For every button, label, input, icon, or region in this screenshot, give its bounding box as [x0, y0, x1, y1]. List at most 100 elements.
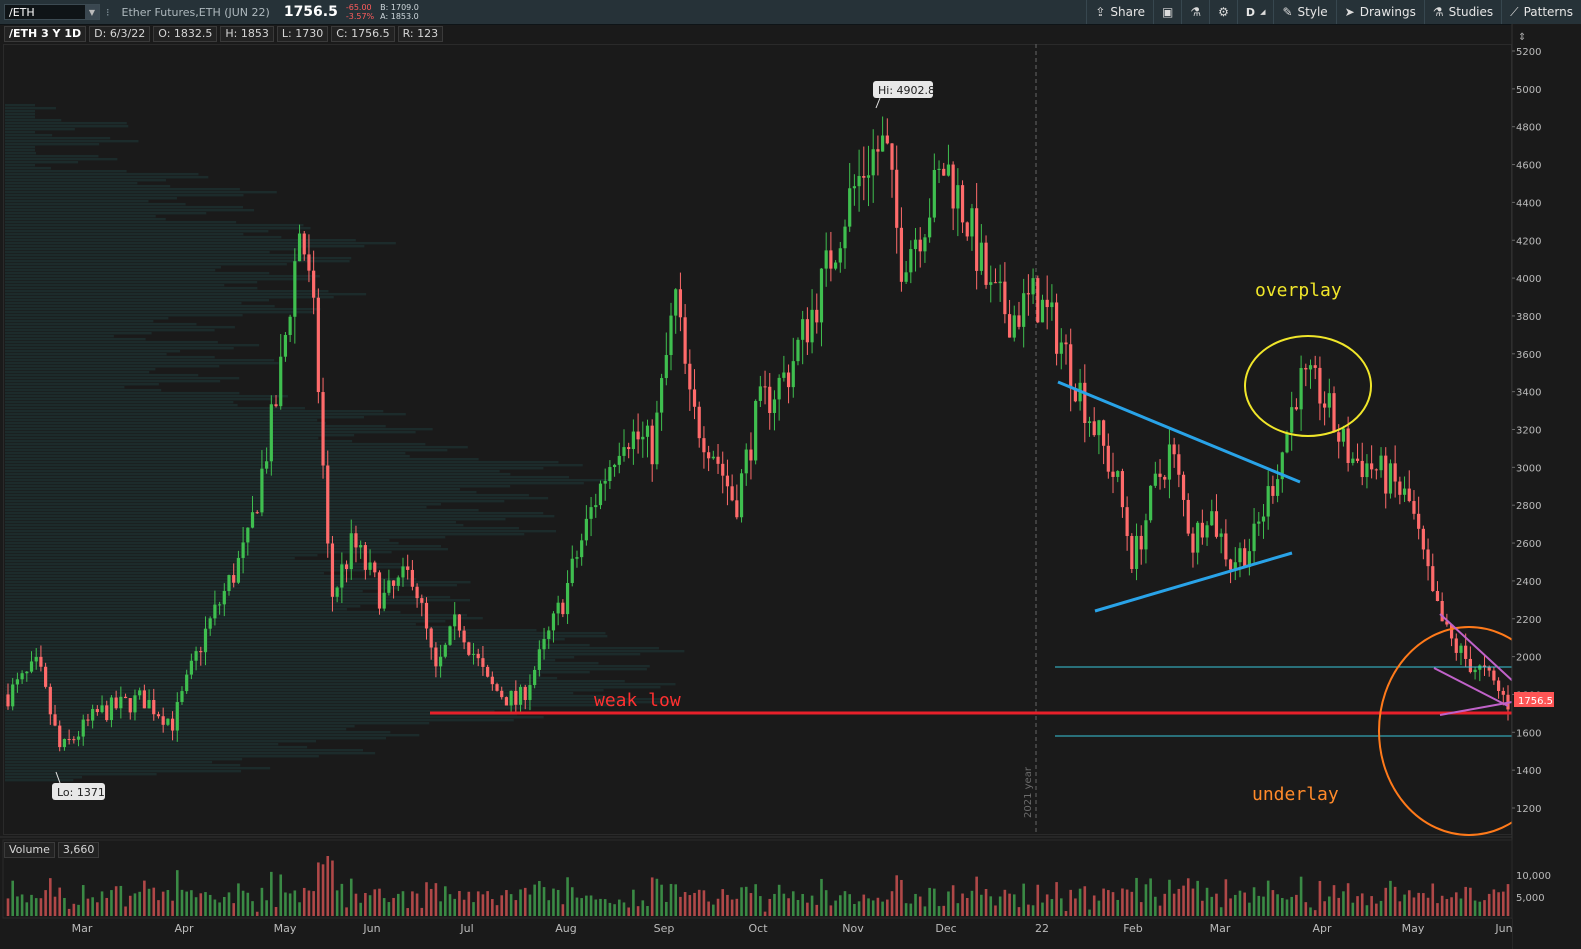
candle-body: [1379, 455, 1383, 471]
volume-bar: [1036, 884, 1040, 916]
candle-body: [852, 186, 856, 189]
price-chart[interactable]: 2021 year weak low overplay underlay Hi:…: [0, 0, 1581, 949]
volume-profile-bar: [5, 659, 556, 662]
volume-profile-bar: [5, 269, 216, 272]
volume-bar: [881, 901, 884, 916]
volume-bar: [1196, 880, 1199, 916]
volume-bar: [368, 895, 372, 916]
x-tick-label: Nov: [842, 922, 864, 935]
candle-body: [1243, 548, 1247, 568]
x-tick-label: May: [1402, 922, 1425, 935]
volume-bar: [114, 886, 118, 916]
volume-profile-bar: [5, 746, 308, 749]
candle-body: [1196, 522, 1200, 553]
volume-bar: [364, 892, 367, 916]
candle-body: [791, 361, 795, 388]
candle-body: [340, 564, 344, 588]
axis-scale-icon[interactable]: ⇕: [1518, 32, 1526, 43]
volume-bar: [138, 891, 141, 916]
volume-profile-bar: [5, 515, 555, 518]
volume-bar: [1398, 901, 1402, 916]
volume-profile-bar: [5, 299, 270, 302]
candle-body: [1214, 511, 1219, 537]
volume-bar: [1351, 902, 1355, 916]
candle-body: [1200, 522, 1204, 538]
candle-body: [448, 626, 452, 645]
volume-bar: [843, 891, 847, 916]
volume-bar: [1012, 894, 1016, 916]
volume-profile-bar: [5, 230, 269, 233]
y-tick-label: 5000: [1516, 85, 1541, 96]
candle-body: [876, 149, 880, 152]
volume-profile-bar: [5, 377, 240, 380]
candle-body: [1116, 471, 1120, 477]
candle-body: [246, 527, 250, 543]
wedge-middle-line[interactable]: [1433, 667, 1509, 707]
volume-profile-bar: [5, 440, 353, 443]
volume-profile-bar: [5, 275, 320, 278]
volume-bar: [1177, 888, 1181, 916]
candle-body: [316, 297, 320, 393]
candle-body: [871, 149, 875, 176]
candle-body: [1304, 367, 1308, 370]
volume-bar: [740, 887, 743, 916]
volume-profile-bar: [5, 158, 118, 161]
volume-bar: [401, 891, 405, 916]
candle-body: [86, 719, 90, 721]
volume-profile-bar: [5, 140, 139, 143]
volume-bar: [707, 901, 710, 916]
candle-body: [467, 642, 471, 655]
volume-bar: [622, 902, 626, 916]
volume-bar: [933, 888, 936, 916]
candle-body: [166, 718, 170, 725]
candle-body: [655, 412, 659, 465]
volume-bar: [1459, 898, 1463, 916]
candle-body: [420, 598, 424, 603]
candle-body: [1224, 533, 1228, 560]
volume-bar: [820, 878, 823, 916]
volume-bar: [509, 894, 513, 916]
candle-body: [387, 580, 391, 593]
volume-bar: [190, 890, 193, 916]
volume-profile-bar: [5, 254, 303, 257]
volume-profile-bar: [5, 314, 243, 317]
volume-bar: [754, 884, 757, 916]
volume-bar: [834, 900, 837, 916]
candle-body: [768, 386, 772, 413]
candle-body: [650, 425, 654, 465]
candle-body: [786, 372, 791, 388]
volume-bar: [796, 900, 800, 916]
volume-bar: [481, 894, 485, 916]
volume-profile-bar: [5, 413, 406, 416]
volume-bar: [1092, 895, 1096, 916]
volume-bar: [895, 875, 899, 916]
volume-profile-bar: [5, 449, 448, 452]
candle-body: [1083, 382, 1087, 424]
wedge-upper-line[interactable]: [1439, 613, 1517, 685]
x-tick-label: Jul: [459, 922, 473, 935]
candle-body: [1177, 454, 1181, 475]
volume-bar: [415, 893, 419, 916]
volume-profile-bar: [5, 329, 215, 332]
candle-body: [678, 289, 683, 318]
volume-bar: [1309, 907, 1312, 916]
candle-body: [1007, 314, 1012, 338]
candle-body: [612, 464, 617, 468]
volume-bar: [382, 898, 386, 916]
candle-body: [434, 647, 438, 667]
volume-bar: [1332, 885, 1336, 916]
candle-body: [34, 656, 38, 662]
lower-trendline[interactable]: [1094, 551, 1293, 613]
volume-bar: [1417, 892, 1420, 916]
volume-profile-bar: [5, 752, 376, 755]
volume-profile-bar: [5, 470, 500, 473]
overplay-circle[interactable]: [1244, 335, 1372, 437]
candle-body: [688, 363, 692, 390]
volume-profile-bar: [5, 113, 35, 116]
candle-body: [1398, 481, 1402, 495]
candle-body: [998, 281, 1002, 284]
volume-bar: [951, 885, 955, 916]
volume-bar: [288, 893, 292, 916]
volume-profile-bar: [5, 131, 35, 134]
candle-body: [1492, 670, 1496, 681]
